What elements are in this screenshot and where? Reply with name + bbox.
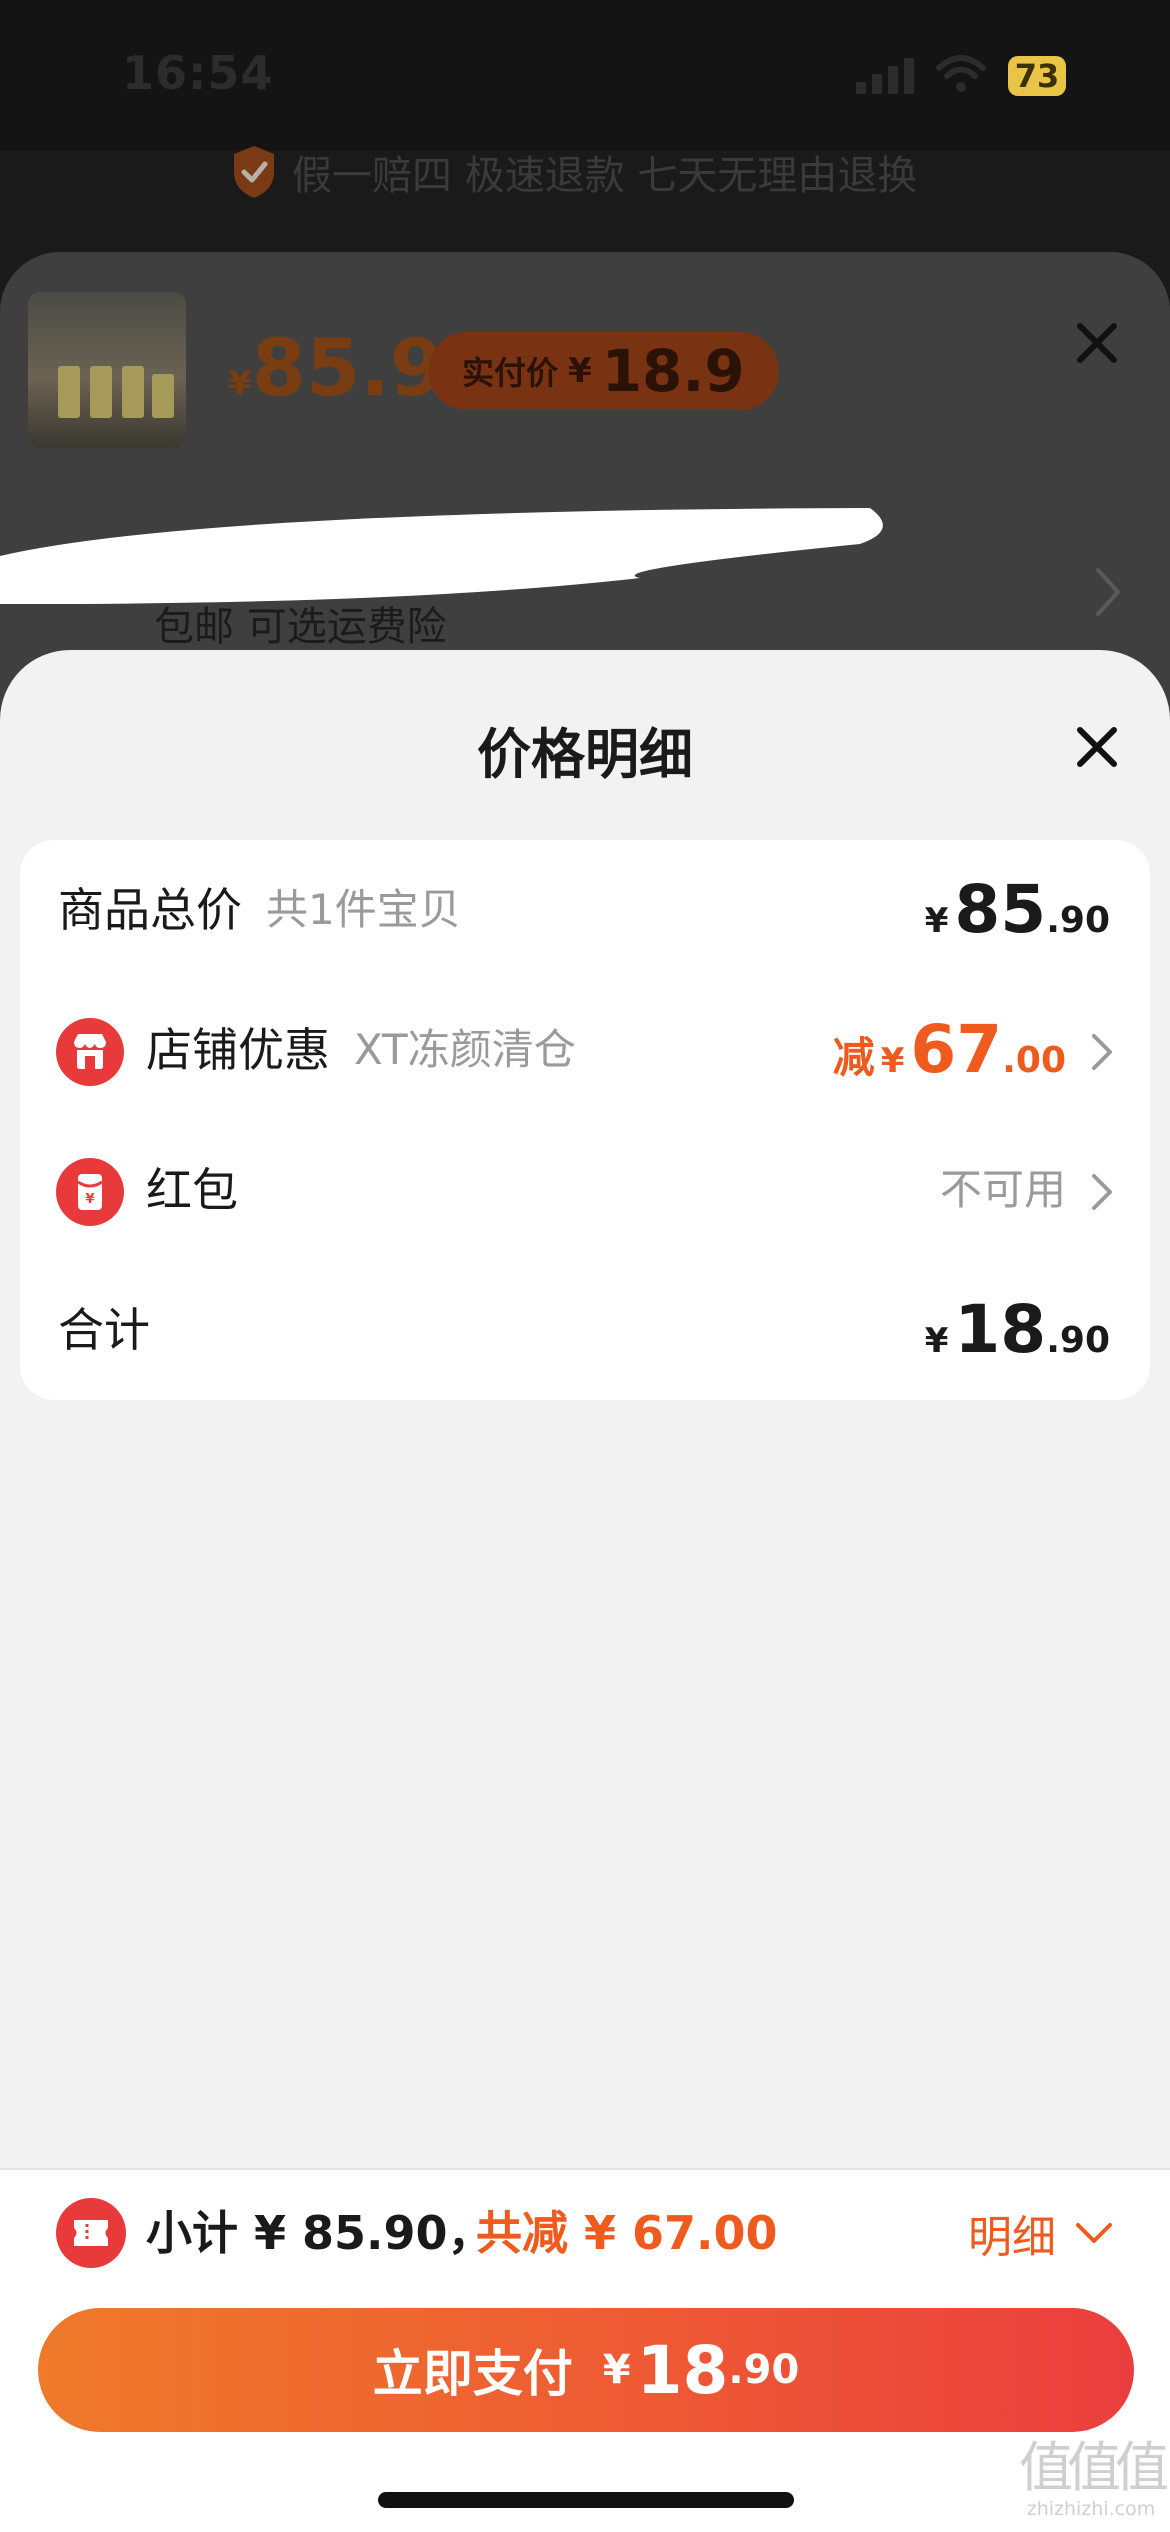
row-label: 店铺优惠 — [146, 1023, 330, 1077]
status-time: 16:54 — [122, 46, 274, 100]
shop-discount-amount: 减 ¥67.00 — [833, 980, 1066, 1120]
red-packet-row[interactable]: ¥ 红包 不可用 — [20, 1120, 1150, 1260]
amount-integer: 67 — [910, 1011, 1003, 1088]
chevron-down-icon — [1076, 2223, 1112, 2243]
currency-symbol: ¥ — [568, 351, 592, 391]
product-price: ¥85.9 — [228, 324, 444, 414]
chevron-right-icon — [1092, 1034, 1112, 1070]
guarantee-banner: 假一赔四 极速退款 七天无理由退换 — [230, 142, 917, 202]
redaction-mark — [0, 508, 883, 605]
red-packet-status: 不可用 — [939, 1165, 1066, 1214]
row-sublabel: XT冻颜清仓 — [354, 1025, 576, 1074]
currency-symbol: ¥ — [228, 364, 252, 404]
amount-integer: 18 — [954, 1291, 1047, 1368]
signal-icon — [856, 58, 916, 94]
close-icon[interactable] — [1072, 318, 1122, 368]
paid-price-value: 18.9 — [601, 337, 745, 405]
pay-amount-integer: 18 — [636, 2331, 729, 2409]
row-label: 合计 — [58, 1303, 150, 1357]
shop-discount-row[interactable]: 店铺优惠 XT冻颜清仓 减 ¥67.00 — [20, 980, 1150, 1120]
detail-toggle-label: 明细 — [968, 2212, 1056, 2263]
row-label: 商品总价 — [58, 883, 242, 937]
detail-toggle[interactable]: 明细 — [968, 2198, 1114, 2268]
chevron-right-icon[interactable] — [1090, 562, 1126, 622]
guarantee-text: 假一赔四 极速退款 七天无理由退换 — [292, 153, 918, 199]
checkout-bar: 小计 ¥ 85.90， 共减 ¥ 67.00 明细 立即支付 ¥18.90 值值… — [0, 2168, 1170, 2532]
total-amount: ¥18.90 — [925, 1260, 1110, 1400]
chevron-right-icon — [1092, 1174, 1112, 1210]
currency-symbol: ¥ — [602, 2347, 631, 2393]
subtotal-text: 小计 ¥ 85.90， — [146, 2206, 494, 2260]
amount-decimal: .00 — [1002, 1040, 1066, 1081]
site-watermark: 值值值 zhizhizhi.com — [1016, 2436, 1169, 2521]
price-breakdown-card: 商品总价 共1件宝贝 ¥85.90 店铺优惠 XT冻颜清仓 减 ¥67.00 ¥… — [20, 840, 1150, 1400]
shop-icon — [56, 1018, 124, 1086]
pay-amount-decimal: .90 — [728, 2347, 800, 2393]
battery-icon: 73 — [1008, 56, 1066, 96]
home-indicator[interactable] — [378, 2492, 794, 2508]
goods-total-amount: ¥85.90 — [925, 840, 1110, 980]
amount-decimal: .90 — [1046, 1320, 1110, 1361]
reduction-prefix: 减 — [832, 1033, 875, 1082]
status-bar: 16:54 73 — [0, 0, 1170, 150]
pay-now-button[interactable]: 立即支付 ¥18.90 — [38, 2308, 1134, 2432]
row-label: 红包 — [146, 1163, 238, 1217]
paid-price-label: 实付价 — [462, 354, 559, 392]
close-icon[interactable] — [1072, 722, 1122, 772]
total-reduction-text: 共减 ¥ 67.00 — [476, 2206, 778, 2260]
svg-text:¥: ¥ — [85, 1192, 94, 1207]
paid-price-badge: 实付价 ¥ 18.9 — [428, 332, 779, 410]
wifi-icon — [936, 55, 986, 92]
currency-symbol: ¥ — [924, 901, 949, 941]
watermark-url: zhizhizhi.com — [1026, 2498, 1156, 2520]
coupon-icon — [56, 2198, 126, 2268]
amount-decimal: .90 — [1046, 900, 1110, 941]
goods-total-row: 商品总价 共1件宝贝 ¥85.90 — [20, 840, 1150, 980]
currency-symbol: ¥ — [924, 1321, 949, 1361]
amount-integer: 85 — [954, 871, 1047, 948]
product-price-value: 85.9 — [251, 324, 445, 414]
sheet-title: 价格明细 — [477, 723, 693, 786]
total-row: 合计 ¥18.90 — [20, 1260, 1150, 1400]
row-sublabel: 共1件宝贝 — [266, 885, 461, 934]
product-thumbnail[interactable] — [28, 292, 186, 448]
currency-symbol: ¥ — [880, 1041, 905, 1081]
watermark-logo: 值值值 — [1019, 2436, 1169, 2499]
pay-button-label: 立即支付 — [372, 2345, 573, 2403]
red-packet-icon: ¥ — [56, 1158, 124, 1226]
shield-check-icon — [234, 146, 274, 198]
